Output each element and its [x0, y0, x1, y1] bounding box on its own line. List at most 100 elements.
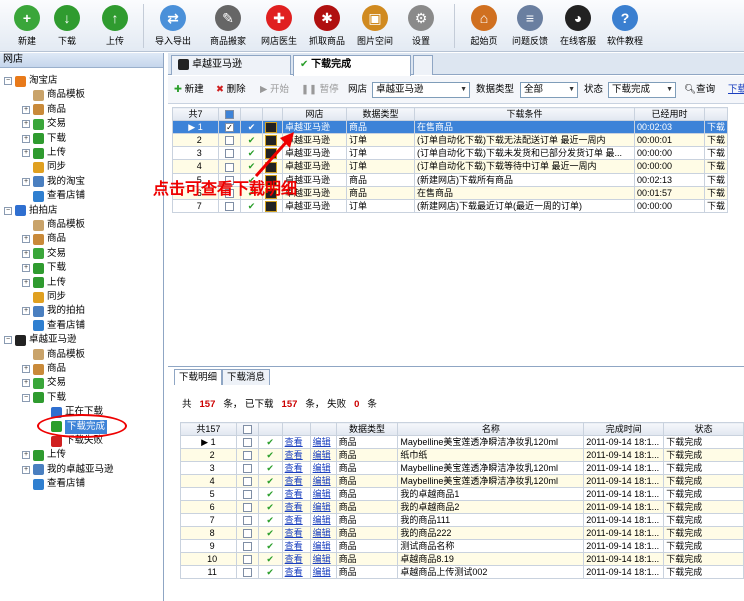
- expand-toggle[interactable]: +: [22, 278, 30, 287]
- tree-item-4[interactable]: + 下载: [22, 132, 66, 146]
- tree-item-2[interactable]: + 商品: [22, 103, 66, 117]
- tree-item-8[interactable]: 查看店铺: [22, 189, 85, 203]
- row-checkbox-cell[interactable]: [235, 474, 259, 488]
- tree-item-18[interactable]: − 卓越亚马逊: [4, 333, 77, 347]
- view-link-cell[interactable]: 查看: [281, 500, 311, 514]
- edit-link-cell[interactable]: 编辑: [309, 448, 337, 462]
- column-header[interactable]: ﾠ: [703, 107, 729, 121]
- row-checkbox-cell[interactable]: [235, 565, 259, 579]
- expand-toggle[interactable]: −: [22, 393, 30, 402]
- row-checkbox-cell[interactable]: [235, 539, 259, 553]
- row-checkbox-cell[interactable]: [235, 435, 259, 449]
- edit-link[interactable]: 编辑: [313, 476, 331, 486]
- table-row[interactable]: 9 ✔ 查看 编辑 商品 测试商品名称 2011-09-14 18:1... 下载完成: [180, 539, 744, 553]
- row-checkbox-cell[interactable]: [235, 526, 259, 540]
- tab-amazon-store[interactable]: 卓越亚马逊: [171, 55, 291, 75]
- edit-link-cell[interactable]: 编辑: [309, 565, 337, 579]
- row-checkbox-cell[interactable]: [235, 487, 259, 501]
- upload-toolbar-button[interactable]: ↑ 上传: [88, 3, 142, 51]
- row-checkbox-cell[interactable]: [235, 448, 259, 462]
- row-checkbox[interactable]: [225, 149, 234, 159]
- store-logo-cell[interactable]: [262, 198, 283, 213]
- clipboard-toolbar-button[interactable]: ≡ 问题反馈: [503, 3, 557, 51]
- tree-item-15[interactable]: 同步: [22, 290, 66, 304]
- tree-item-5[interactable]: + 上传: [22, 146, 66, 160]
- view-link[interactable]: 查看: [285, 554, 303, 564]
- edit-link[interactable]: 编辑: [313, 515, 331, 525]
- tree-item-9[interactable]: − 拍拍店: [4, 204, 58, 218]
- tree-item-19[interactable]: 商品模板: [22, 348, 85, 362]
- tree-item-7[interactable]: + 我的淘宝: [22, 175, 85, 189]
- row-checkbox-cell[interactable]: [218, 159, 241, 174]
- edit-link-cell[interactable]: 编辑: [309, 487, 337, 501]
- view-link[interactable]: 查看: [285, 515, 303, 525]
- edit-link-cell[interactable]: 编辑: [309, 435, 337, 449]
- edit-link[interactable]: 编辑: [313, 502, 331, 512]
- help-toolbar-button[interactable]: ? 软件教程: [598, 3, 652, 51]
- tree-item-10[interactable]: 商品模板: [22, 218, 85, 232]
- edit-link[interactable]: 编辑: [313, 567, 331, 577]
- expand-toggle[interactable]: +: [22, 451, 30, 460]
- column-header[interactable]: 数据类型: [346, 107, 415, 121]
- view-link[interactable]: 查看: [285, 437, 303, 447]
- query-button[interactable]: 🔍︎查询: [684, 83, 715, 97]
- row-checkbox[interactable]: [242, 451, 252, 461]
- expand-toggle[interactable]: +: [22, 177, 30, 186]
- column-header[interactable]: 已经用时: [634, 107, 705, 121]
- edit-link-cell[interactable]: 编辑: [309, 513, 337, 527]
- tree-item-17[interactable]: 查看店铺: [22, 319, 85, 333]
- select-all-checkbox[interactable]: [242, 425, 252, 435]
- edit-link[interactable]: 编辑: [313, 528, 331, 538]
- tab-download-detail[interactable]: 下载明细: [174, 369, 223, 385]
- row-checkbox[interactable]: [242, 490, 252, 500]
- table-row[interactable]: 5 ✔ 查看 编辑 商品 我的卓越商品1 2011-09-14 18:1... 下载完成: [180, 487, 744, 501]
- row-checkbox-cell[interactable]: [235, 500, 259, 514]
- move-goods-toolbar-button[interactable]: ✎ 商品搬家: [201, 3, 255, 51]
- edit-link-cell[interactable]: 编辑: [309, 539, 337, 553]
- edit-link-cell[interactable]: 编辑: [309, 552, 337, 566]
- row-checkbox-cell[interactable]: [218, 146, 241, 161]
- column-header[interactable]: 下载条件: [414, 107, 635, 121]
- view-link[interactable]: 查看: [285, 489, 303, 499]
- view-link-cell[interactable]: 查看: [281, 448, 311, 462]
- select-all-checkbox[interactable]: [225, 110, 234, 120]
- expand-toggle[interactable]: −: [4, 77, 12, 85]
- row-checkbox[interactable]: [242, 503, 252, 513]
- table-row[interactable]: 6 ✔ 查看 编辑 商品 我的卓越商品2 2011-09-14 18:1... 下载完成: [180, 500, 744, 514]
- tree-item-16[interactable]: + 我的拍拍: [22, 304, 85, 318]
- view-link[interactable]: 查看: [285, 463, 303, 473]
- expand-toggle[interactable]: +: [22, 365, 30, 373]
- tree-item-28[interactable]: 查看店铺: [22, 477, 85, 491]
- view-link-cell[interactable]: 查看: [281, 539, 311, 553]
- tree-item-22[interactable]: − 下载: [22, 391, 66, 405]
- row-checkbox[interactable]: [225, 162, 234, 172]
- view-link[interactable]: 查看: [285, 450, 303, 460]
- row-checkbox-cell[interactable]: [235, 461, 259, 475]
- tree-item-3[interactable]: + 交易: [22, 117, 66, 131]
- table-row[interactable]: 3 ✔ 查看 编辑 商品 Maybelline美宝莲透净瞬洁净妆乳120ml 2011-09…: [180, 461, 744, 475]
- table-row[interactable]: 11 ✔ 查看 编辑 商品 卓越商品上传测试002 2011-09-14 18:1... 下载…: [180, 565, 744, 579]
- qq-penguin-toolbar-button[interactable]: ◕ 在线客服: [551, 3, 605, 51]
- tree-item-21[interactable]: + 交易: [22, 376, 66, 390]
- row-checkbox-cell[interactable]: [235, 552, 259, 566]
- tree-item-6[interactable]: 同步: [22, 160, 66, 174]
- row-checkbox[interactable]: [242, 516, 252, 526]
- tree-item-27[interactable]: + 我的卓越亚马逊: [22, 463, 114, 477]
- view-link-cell[interactable]: 查看: [281, 435, 311, 449]
- table-row[interactable]: 10 ✔ 查看 编辑 商品 卓越商品8.19 2011-09-14 18:1... 下载完成: [180, 552, 744, 566]
- column-header[interactable]: 共7: [172, 107, 219, 121]
- view-link-cell[interactable]: 查看: [281, 565, 311, 579]
- tree-item-1[interactable]: 商品模板: [22, 88, 85, 102]
- row-checkbox-cell[interactable]: ✓: [218, 119, 241, 135]
- view-link-cell[interactable]: 查看: [281, 487, 311, 501]
- tab-download-complete[interactable]: ✔ 下载完成: [293, 55, 411, 76]
- spider-toolbar-button[interactable]: ✱ 抓取商品: [300, 3, 354, 51]
- row-checkbox-cell[interactable]: [218, 133, 241, 148]
- table-row[interactable]: 4 ✔ 查看 编辑 商品 Maybelline美宝莲透净瞬洁净妆乳120ml 2011-09…: [180, 474, 744, 488]
- row-checkbox[interactable]: [225, 201, 234, 211]
- table-row[interactable]: 7 ✔ 查看 编辑 商品 我的商品111 2011-09-14 18:1... 下载完成: [180, 513, 744, 527]
- type-filter-select[interactable]: 全部: [520, 82, 578, 98]
- table-row[interactable]: 2 ✔ 查看 编辑 商品 纸巾纸 2011-09-14 18:1... 下载完成: [180, 448, 744, 462]
- view-link-cell[interactable]: 查看: [281, 552, 311, 566]
- edit-link-cell[interactable]: 编辑: [309, 500, 337, 514]
